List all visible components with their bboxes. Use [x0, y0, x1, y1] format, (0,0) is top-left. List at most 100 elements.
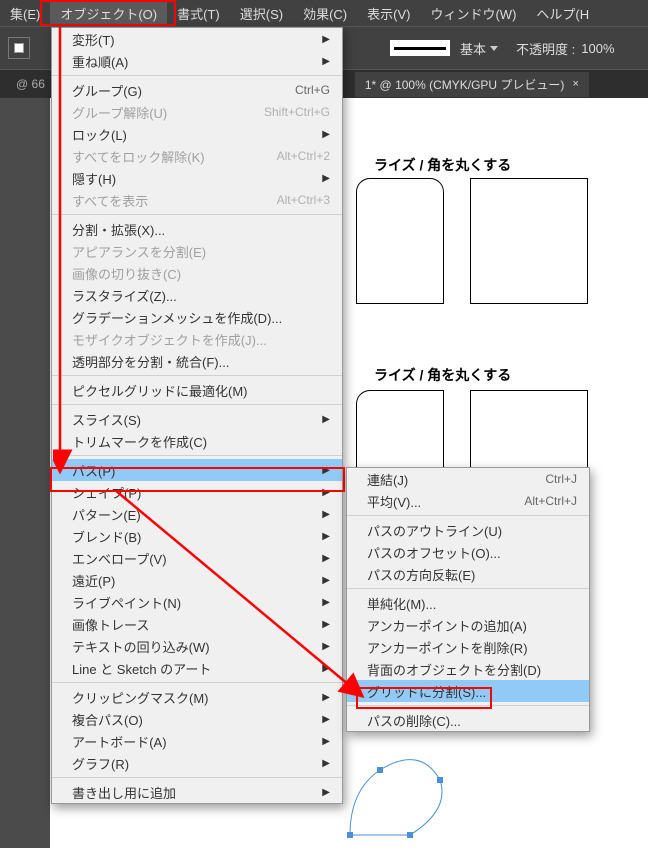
tab-active[interactable]: 1* @ 100% (CMYK/GPU プレビュー) ×: [355, 72, 589, 97]
chevron-right-icon: ▶: [322, 465, 330, 476]
shortcut: Alt+Ctrl+J: [524, 494, 577, 508]
separator: [52, 404, 342, 405]
menu-trim-marks[interactable]: トリムマークを作成(C): [52, 430, 342, 452]
menu-rasterize[interactable]: ラスタライズ(Z)...: [52, 284, 342, 306]
chevron-right-icon: ▶: [322, 736, 330, 747]
chevron-right-icon: ▶: [322, 509, 330, 520]
menu-window[interactable]: ウィンドウ(W): [420, 0, 526, 27]
menu-clipping-mask[interactable]: クリッピングマスク(M)▶: [52, 686, 342, 708]
menu-ungroup: グループ解除(U)Shift+Ctrl+G: [52, 101, 342, 123]
menu-shape[interactable]: シェイプ(P)▶: [52, 481, 342, 503]
shortcut: Alt+Ctrl+2: [277, 149, 330, 163]
chevron-right-icon: ▶: [322, 173, 330, 184]
separator: [52, 682, 342, 683]
menu-export-add[interactable]: 書き出し用に追加▶: [52, 781, 342, 803]
menu-text-wrap[interactable]: テキストの回り込み(W)▶: [52, 635, 342, 657]
submenu-outline[interactable]: パスのアウトライン(U): [347, 519, 589, 541]
chevron-right-icon: ▶: [322, 641, 330, 652]
chevron-right-icon: ▶: [322, 714, 330, 725]
chevron-right-icon: ▶: [322, 758, 330, 769]
menu-image-trace[interactable]: 画像トレース▶: [52, 613, 342, 635]
submenu-remove-anchor[interactable]: アンカーポイントを削除(R): [347, 636, 589, 658]
sample-rect-2: [470, 178, 588, 304]
submenu-simplify[interactable]: 単純化(M)...: [347, 592, 589, 614]
menu-select[interactable]: 選択(S): [230, 0, 293, 27]
menu-flatten[interactable]: 透明部分を分割・統合(F)...: [52, 350, 342, 372]
path-submenu: 連結(J)Ctrl+J 平均(V)...Alt+Ctrl+J パスのアウトライン…: [346, 467, 590, 732]
submenu-add-anchor[interactable]: アンカーポイントの追加(A): [347, 614, 589, 636]
page-heading-1: ライズ / 角を丸くする: [374, 155, 511, 175]
submenu-divide-below[interactable]: 背面のオブジェクトを分割(D): [347, 658, 589, 680]
separator: [52, 214, 342, 215]
fill-stroke-icon[interactable]: [8, 37, 30, 59]
tab-left[interactable]: @ 66: [6, 73, 55, 95]
separator: [52, 75, 342, 76]
submenu-cleanup[interactable]: パスの削除(C)...: [347, 709, 589, 731]
chevron-right-icon: ▶: [322, 619, 330, 630]
chevron-right-icon: ▶: [322, 575, 330, 586]
close-icon[interactable]: ×: [572, 78, 578, 90]
menu-transform[interactable]: 変形(T)▶: [52, 28, 342, 50]
shortcut: Shift+Ctrl+G: [264, 105, 330, 119]
menu-compound-path[interactable]: 複合パス(O)▶: [52, 708, 342, 730]
menu-perspective[interactable]: 遠近(P)▶: [52, 569, 342, 591]
shortcut: Ctrl+J: [545, 472, 577, 486]
menu-artboard[interactable]: アートボード(A)▶: [52, 730, 342, 752]
graphic-style-basic[interactable]: 基本: [454, 37, 504, 60]
separator: [347, 515, 589, 516]
separator: [52, 777, 342, 778]
submenu-reverse[interactable]: パスの方向反転(E): [347, 563, 589, 585]
menu-group[interactable]: グループ(G)Ctrl+G: [52, 79, 342, 101]
menu-blend[interactable]: ブレンド(B)▶: [52, 525, 342, 547]
opacity-value[interactable]: 100%: [581, 41, 614, 56]
menu-lock[interactable]: ロック(L)▶: [52, 123, 342, 145]
submenu-split-to-grid[interactable]: グリッドに分割(S)...: [347, 680, 589, 702]
separator: [52, 455, 342, 456]
selected-path[interactable]: [340, 740, 500, 850]
menu-crop-image: 画像の切り抜き(C): [52, 262, 342, 284]
menu-view[interactable]: 表示(V): [357, 0, 420, 27]
submenu-join[interactable]: 連結(J)Ctrl+J: [347, 468, 589, 490]
separator: [52, 375, 342, 376]
menu-slice[interactable]: スライス(S)▶: [52, 408, 342, 430]
menu-edit[interactable]: 集(E): [0, 0, 50, 27]
menu-hide[interactable]: 隠す(H)▶: [52, 167, 342, 189]
menu-show-all: すべてを表示Alt+Ctrl+3: [52, 189, 342, 211]
menu-pattern[interactable]: パターン(E)▶: [52, 503, 342, 525]
stroke-preview[interactable]: [390, 40, 450, 56]
chevron-right-icon: ▶: [322, 787, 330, 798]
tab-label: 1* @ 100% (CMYK/GPU プレビュー): [365, 76, 565, 93]
menu-mosaic: モザイクオブジェクトを作成(J)...: [52, 328, 342, 350]
chevron-right-icon: ▶: [322, 553, 330, 564]
dock-left: [0, 98, 50, 848]
separator: [347, 588, 589, 589]
chevron-right-icon: ▶: [322, 487, 330, 498]
menu-line-sketch[interactable]: Line と Sketch のアート▶: [52, 657, 342, 679]
chevron-down-icon: [490, 46, 498, 51]
sample-rect-3: [356, 390, 444, 470]
menu-expand-appearance: アピアランスを分割(E): [52, 240, 342, 262]
menu-live-paint[interactable]: ライブペイント(N)▶: [52, 591, 342, 613]
chevron-right-icon: ▶: [322, 531, 330, 542]
menu-effect[interactable]: 効果(C): [293, 0, 357, 27]
menu-graph[interactable]: グラフ(R)▶: [52, 752, 342, 774]
chevron-right-icon: ▶: [322, 663, 330, 674]
chevron-right-icon: ▶: [322, 597, 330, 608]
menu-expand[interactable]: 分割・拡張(X)...: [52, 218, 342, 240]
chevron-right-icon: ▶: [322, 414, 330, 425]
sample-rect-4: [470, 390, 588, 470]
menu-gradient-mesh[interactable]: グラデーションメッシュを作成(D)...: [52, 306, 342, 328]
menu-pixel-grid[interactable]: ピクセルグリッドに最適化(M): [52, 379, 342, 401]
submenu-average[interactable]: 平均(V)...Alt+Ctrl+J: [347, 490, 589, 512]
menu-arrange[interactable]: 重ね順(A)▶: [52, 50, 342, 72]
sample-rect-1: [356, 178, 444, 304]
submenu-offset[interactable]: パスのオフセット(O)...: [347, 541, 589, 563]
menu-envelope[interactable]: エンベロープ(V)▶: [52, 547, 342, 569]
menu-path[interactable]: パス(P)▶: [52, 459, 342, 481]
object-dropdown: 変形(T)▶ 重ね順(A)▶ グループ(G)Ctrl+G グループ解除(U)Sh…: [51, 27, 343, 804]
menu-help[interactable]: ヘルプ(H: [526, 0, 599, 27]
menu-type[interactable]: 書式(T): [167, 0, 230, 27]
chevron-right-icon: ▶: [322, 692, 330, 703]
menu-object[interactable]: オブジェクト(O): [50, 0, 167, 27]
shortcut: Alt+Ctrl+3: [277, 193, 330, 207]
